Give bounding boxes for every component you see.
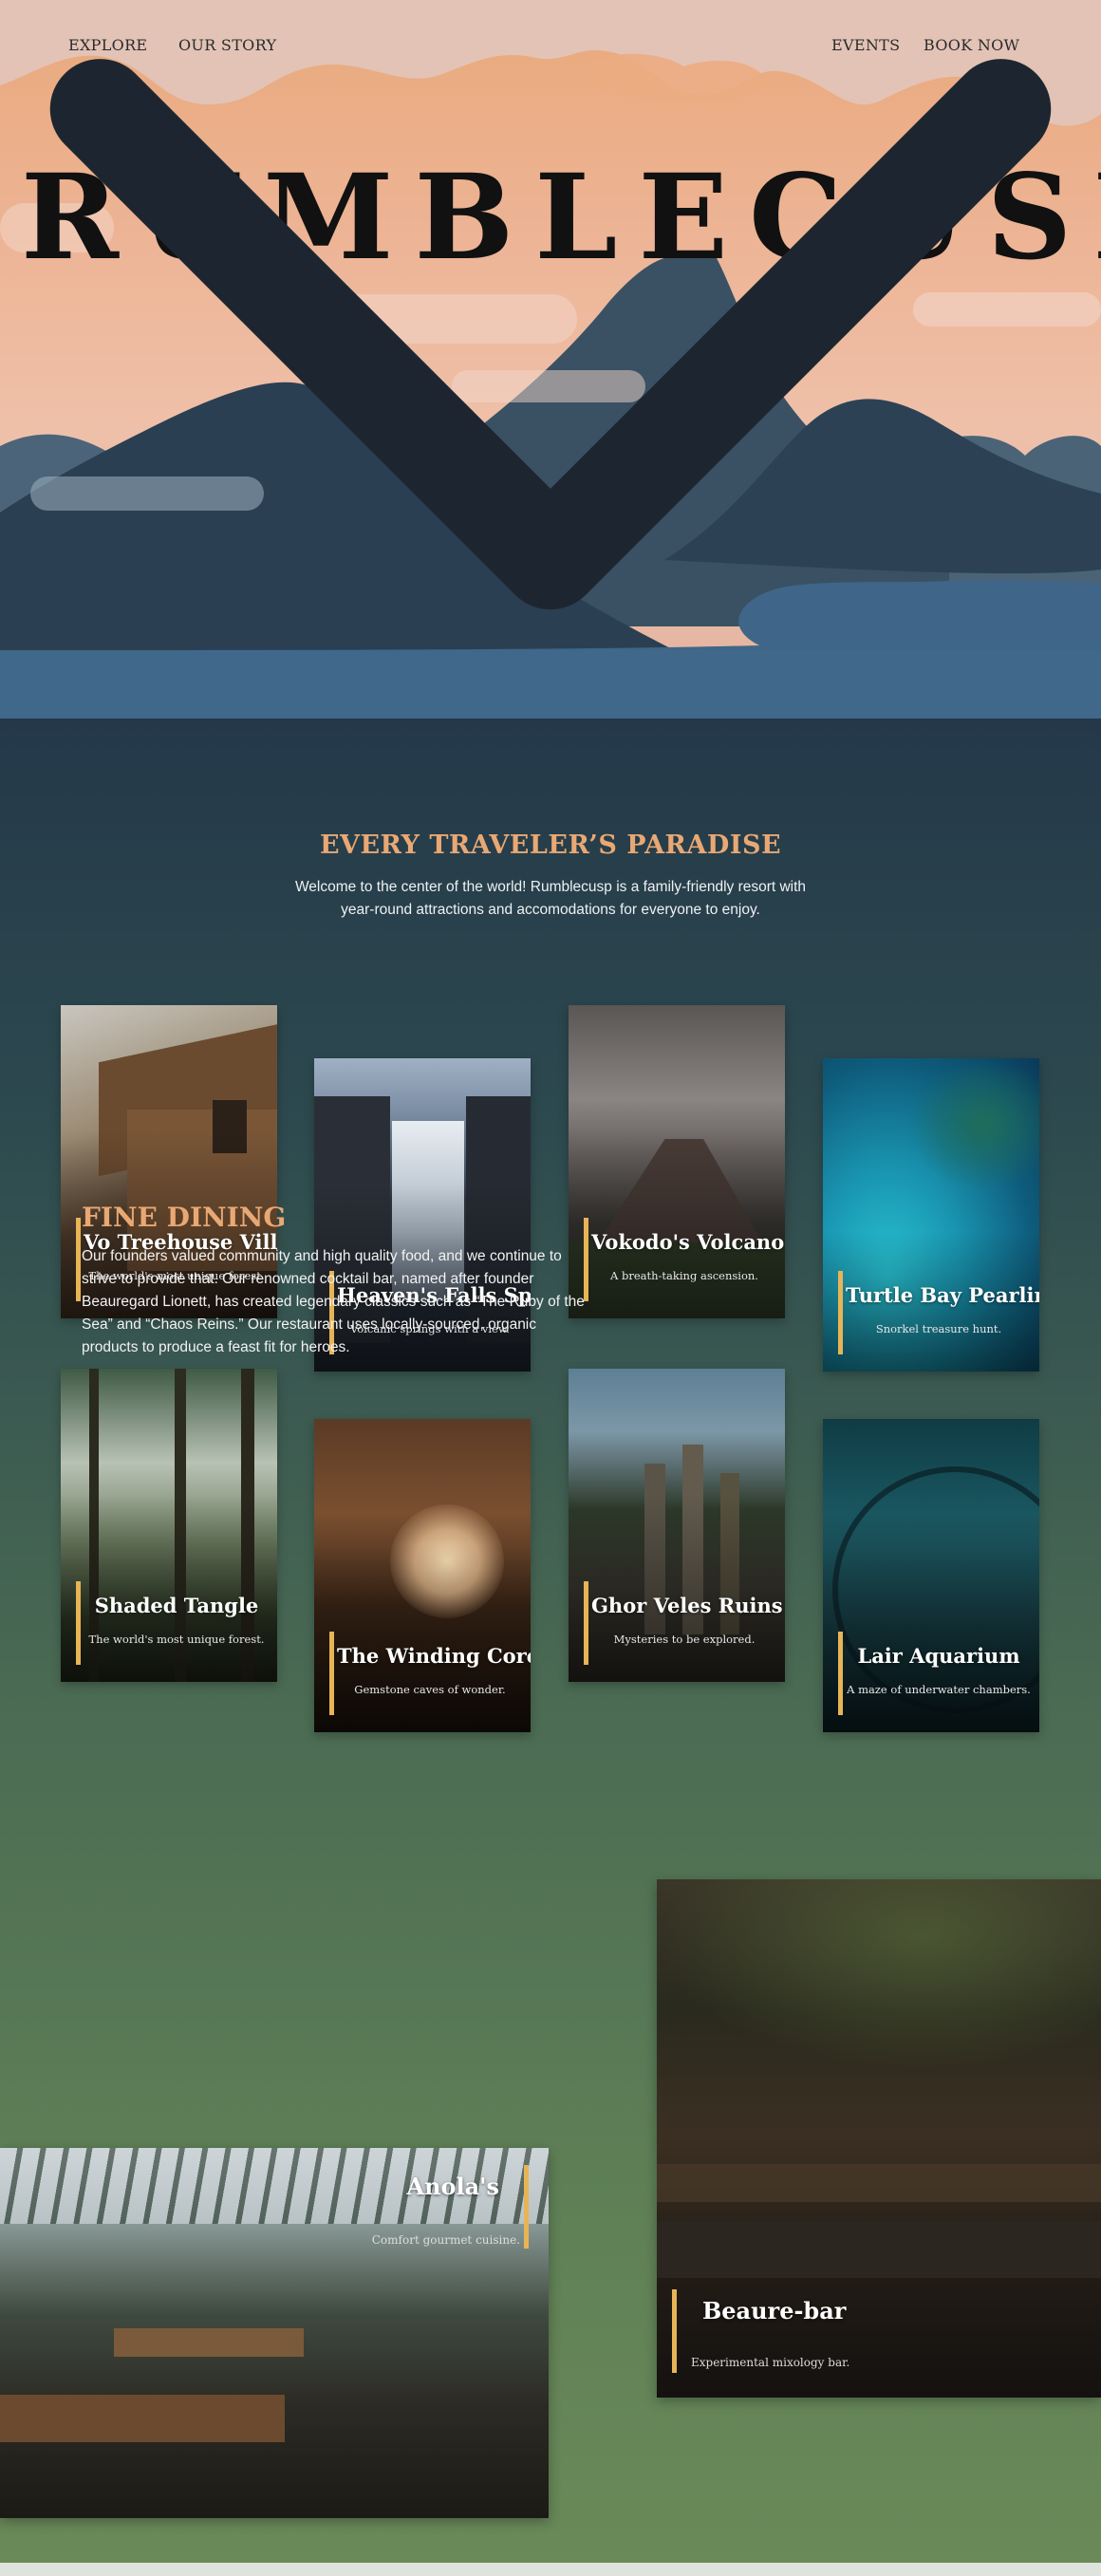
attraction-card[interactable]: Vokodo's Volcano A breath-taking ascensi… [569,1005,785,1318]
accent-bar [76,1218,81,1301]
venue-title: Anola's [406,2173,499,2200]
venue-card-anolas[interactable]: Anola's Comfort gourmet cuisine. [0,2148,549,2518]
attraction-card[interactable]: The Winding Core Gemstone caves of wonde… [314,1419,531,1732]
footer-strip [0,2563,1101,2576]
accent-bar [672,2289,677,2373]
card-title: Vokodo's Volcano [591,1230,785,1254]
card-title: Turtle Bay Pearling [846,1283,1039,1307]
attraction-card[interactable]: Ghor Veles Ruins Mysteries to be explore… [569,1369,785,1682]
accent-bar [584,1581,588,1665]
accent-bar [329,1632,334,1715]
dining-description: Our founders valued community and high q… [82,1248,585,1355]
card-title: The Winding Core [337,1644,531,1668]
card-subtitle: Snorkel treasure hunt. [875,1322,1002,1335]
card-title: Shaded Tangle [94,1594,259,1617]
accent-bar [838,1271,843,1354]
hero-banner: EXPLORE OUR STORY EVENTS BOOK NOW RUMBLE… [0,0,1101,719]
accent-bar [838,1632,843,1715]
attraction-card[interactable]: Lair Aquarium A maze of underwater chamb… [823,1419,1039,1732]
attraction-card[interactable]: Shaded Tangle The world's most unique fo… [61,1369,277,1682]
card-title: Ghor Veles Ruins [591,1594,783,1617]
card-subtitle: A breath-taking ascension. [610,1269,758,1282]
venue-subtitle: Experimental mixology bar. [691,2356,850,2369]
card-title: Lair Aquarium [857,1644,1020,1668]
venue-subtitle: Comfort gourmet cuisine. [371,2233,520,2247]
card-subtitle: Gemstone caves of wonder. [354,1683,506,1696]
accent-bar [524,2165,529,2249]
dining-title: FINE DINING [82,1202,287,1233]
section-intro-text: Welcome to the center of the world! Rumb… [294,879,807,918]
attraction-card[interactable]: Turtle Bay Pearling Snorkel treasure hun… [823,1058,1039,1372]
chevron-down-icon[interactable] [0,0,1101,719]
venue-card-beaure-bar[interactable]: Beaure-bar Experimental mixology bar. [657,1879,1101,2398]
venue-title: Beaure-bar [702,2297,847,2324]
card-subtitle: The world's most unique forest. [88,1633,265,1646]
card-subtitle: Mysteries to be explored. [613,1633,756,1646]
section-title: EVERY TRAVELER’S PARADISE [319,831,782,860]
card-subtitle: A maze of underwater chambers. [847,1683,1031,1696]
accent-bar [76,1581,81,1665]
